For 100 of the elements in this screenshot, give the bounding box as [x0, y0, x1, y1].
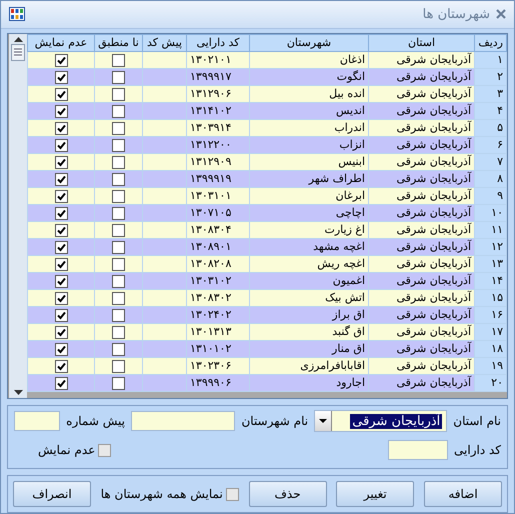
checkbox[interactable]	[54, 342, 68, 356]
action-button[interactable]: انصراف	[13, 481, 91, 508]
checkbox[interactable]	[54, 70, 68, 84]
checkbox[interactable]	[112, 70, 125, 84]
table-cell: ۱۳۰۲۳۰۶	[186, 357, 250, 374]
table-cell: اق براز	[250, 306, 368, 324]
checkbox[interactable]	[54, 54, 68, 67]
checkbox[interactable]	[112, 138, 125, 152]
checkbox[interactable]	[54, 156, 68, 169]
checkbox[interactable]	[112, 326, 125, 339]
table-cell: آذربایجان شرقی	[368, 306, 474, 324]
checkbox[interactable]	[54, 138, 68, 152]
checkbox[interactable]	[54, 88, 68, 101]
asset-code-field[interactable]	[388, 440, 448, 460]
checkbox[interactable]	[112, 292, 125, 305]
close-icon[interactable]	[496, 9, 506, 20]
scroll-thumb-icon[interactable]	[11, 44, 25, 61]
table-cell: آذربایجان شرقی	[368, 340, 474, 358]
row-number: ۱۳	[474, 255, 506, 272]
scrollbar[interactable]	[8, 34, 27, 398]
dropdown-arrow-icon[interactable]	[319, 419, 328, 424]
table-cell: آذربایجان شرقی	[368, 204, 474, 222]
city-label: نام شهرستان	[241, 414, 308, 428]
checkbox[interactable]	[112, 258, 125, 271]
table-cell: انزاب	[250, 136, 368, 154]
column-header[interactable]: کد دارایی	[186, 34, 250, 52]
column-header[interactable]: شهرستان	[250, 34, 368, 52]
table-cell: اقابابافرامرزی	[250, 357, 368, 374]
column-header[interactable]: استان	[368, 34, 474, 52]
action-button[interactable]: اضافه	[424, 481, 502, 508]
table-cell: ۱۳۰۳۹۱۴	[186, 119, 250, 136]
scroll-down-icon[interactable]	[14, 390, 22, 396]
table-cell: ۱۳۰۳۱۰۱	[186, 187, 250, 204]
checkbox[interactable]	[226, 488, 239, 501]
checkbox[interactable]	[54, 224, 68, 237]
table-cell: اغچه ریش	[250, 255, 368, 272]
checkbox[interactable]	[54, 206, 68, 220]
checkbox[interactable]	[54, 326, 68, 339]
table-cell: اغچه مشهد	[250, 238, 368, 256]
checkbox[interactable]	[112, 342, 125, 356]
checkbox[interactable]	[54, 274, 68, 288]
checkbox[interactable]	[112, 54, 125, 67]
table-cell: اندراب	[250, 119, 368, 136]
row-number: ۱۷	[474, 323, 506, 340]
column-header[interactable]: ردیف	[474, 34, 506, 52]
action-button[interactable]: تغییر	[336, 481, 414, 508]
checkbox[interactable]	[112, 376, 125, 390]
table-cell: آذربایجان شرقی	[368, 187, 474, 204]
checkbox[interactable]	[112, 274, 125, 288]
row-number: ۸	[474, 170, 506, 188]
checkbox[interactable]	[112, 122, 125, 135]
window-title: شهرستان ها	[422, 6, 490, 22]
checkbox[interactable]	[112, 308, 125, 322]
table-cell: اق منار	[250, 340, 368, 358]
checkbox[interactable]	[112, 240, 125, 254]
table-cell: اطراف شهر	[250, 170, 368, 188]
row-number: ۱۵	[474, 289, 506, 306]
row-number: ۱	[474, 51, 506, 68]
row-number: ۴	[474, 102, 506, 120]
row-number: ۲۰	[474, 374, 506, 392]
row-number: ۱۲	[474, 238, 506, 256]
checkbox[interactable]	[54, 104, 68, 118]
checkbox[interactable]	[54, 360, 68, 373]
table-cell: آذربایجان شرقی	[368, 102, 474, 120]
action-button[interactable]: حذف	[248, 481, 327, 508]
checkbox[interactable]	[54, 240, 68, 254]
row-number: ۹	[474, 187, 506, 204]
checkbox[interactable]	[54, 308, 68, 322]
province-label: نام استان	[453, 414, 501, 428]
checkbox[interactable]	[54, 190, 68, 203]
table-cell: آذربایجان شرقی	[368, 68, 474, 86]
checkbox-label: نمایش همه شهرستان ها	[100, 487, 223, 502]
column-header[interactable]: نا منطبق	[94, 34, 142, 52]
table-cell: ۱۳۰۱۳۱۳	[186, 323, 250, 340]
checkbox[interactable]	[112, 104, 125, 118]
table-cell: آذربایجان شرقی	[368, 238, 474, 256]
checkbox[interactable]	[112, 206, 125, 220]
checkbox[interactable]	[54, 172, 68, 186]
prefix-field[interactable]	[14, 411, 60, 432]
table-cell: ۱۳۹۹۹۱۷	[186, 68, 250, 86]
checkbox[interactable]	[54, 292, 68, 305]
province-value: آذربایجان شرقی	[350, 414, 442, 429]
province-dropdown[interactable]: آذربایجان شرقی	[314, 410, 448, 432]
row-number: ۱۹	[474, 357, 506, 374]
checkbox[interactable]	[54, 376, 68, 390]
checkbox[interactable]	[112, 360, 125, 373]
checkbox[interactable]	[112, 156, 125, 169]
checkbox[interactable]	[112, 224, 125, 237]
checkbox[interactable]	[98, 444, 112, 457]
city-field[interactable]	[130, 411, 236, 432]
checkbox[interactable]	[112, 190, 125, 203]
table-cell: آذربایجان شرقی	[368, 255, 474, 272]
checkbox[interactable]	[54, 122, 68, 135]
row-number: ۳	[474, 85, 506, 102]
column-header[interactable]: عدم نمایش	[28, 34, 94, 52]
column-header[interactable]: پیش کد	[142, 34, 186, 52]
checkbox[interactable]	[112, 88, 125, 101]
checkbox[interactable]	[112, 172, 125, 186]
table-cell: ۱۳۰۳۱۰۲	[186, 272, 250, 290]
checkbox[interactable]	[54, 258, 68, 271]
